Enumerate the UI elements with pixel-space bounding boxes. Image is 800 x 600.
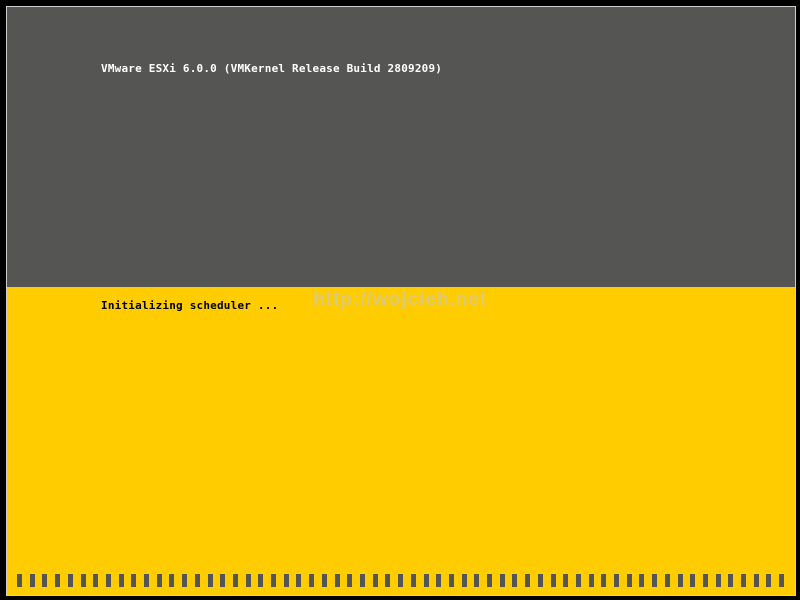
progress-segment [588, 574, 594, 587]
status-panel [7, 287, 795, 595]
header-panel: VMware ESXi 6.0.0 (VMKernel Release Buil… [7, 7, 795, 287]
progress-segment [753, 574, 759, 587]
progress-segment [232, 574, 238, 587]
progress-segment [156, 574, 162, 587]
progress-segment [664, 574, 670, 587]
progress-segment [194, 574, 200, 587]
progress-segment [55, 574, 61, 587]
progress-segment [321, 574, 327, 587]
progress-segment [474, 574, 480, 587]
progress-segment [779, 574, 785, 587]
progress-segment [626, 574, 632, 587]
progress-segment [283, 574, 289, 587]
watermark-text: http://wojcieh.net [313, 289, 488, 310]
progress-segment [131, 574, 137, 587]
progress-segment [398, 574, 404, 587]
progress-segment [17, 574, 22, 587]
progress-segment [105, 574, 111, 587]
progress-segment [42, 574, 48, 587]
progress-segment [715, 574, 721, 587]
progress-segment [601, 574, 607, 587]
progress-segment [512, 574, 518, 587]
progress-segment [271, 574, 277, 587]
progress-segment [537, 574, 543, 587]
progress-segment [423, 574, 429, 587]
progress-segment [499, 574, 505, 587]
progress-segment [169, 574, 175, 587]
progress-segment [766, 574, 772, 587]
progress-segment [334, 574, 340, 587]
progress-segment [614, 574, 620, 587]
progress-segment [258, 574, 264, 587]
progress-segment [550, 574, 556, 587]
progress-segment [436, 574, 442, 587]
progress-segment [80, 574, 86, 587]
esxi-boot-screen: VMware ESXi 6.0.0 (VMKernel Release Buil… [0, 0, 800, 600]
progress-segment [525, 574, 531, 587]
progress-segment [639, 574, 645, 587]
progress-segment [296, 574, 302, 587]
progress-segment [207, 574, 213, 587]
progress-segment [385, 574, 391, 587]
progress-segment [728, 574, 734, 587]
progress-segment [93, 574, 99, 587]
boot-progress-bar [17, 574, 785, 587]
progress-segment [118, 574, 124, 587]
progress-segment [461, 574, 467, 587]
progress-segment [677, 574, 683, 587]
progress-segment [29, 574, 35, 587]
console-frame: VMware ESXi 6.0.0 (VMKernel Release Buil… [6, 6, 796, 596]
progress-segment [182, 574, 188, 587]
progress-segment [220, 574, 226, 587]
progress-segment [741, 574, 747, 587]
progress-segment [575, 574, 581, 587]
progress-segment [487, 574, 493, 587]
progress-segment [448, 574, 454, 587]
progress-segment [690, 574, 696, 587]
status-text: Initializing scheduler ... [101, 299, 279, 312]
progress-segment [359, 574, 365, 587]
progress-segment [67, 574, 73, 587]
progress-segment [372, 574, 378, 587]
progress-segment [144, 574, 150, 587]
progress-segment [309, 574, 315, 587]
version-text: VMware ESXi 6.0.0 (VMKernel Release Buil… [101, 62, 443, 75]
progress-segment [563, 574, 569, 587]
progress-segment [347, 574, 353, 587]
progress-segment [245, 574, 251, 587]
progress-segment [702, 574, 708, 587]
progress-segment [410, 574, 416, 587]
progress-segment [652, 574, 658, 587]
